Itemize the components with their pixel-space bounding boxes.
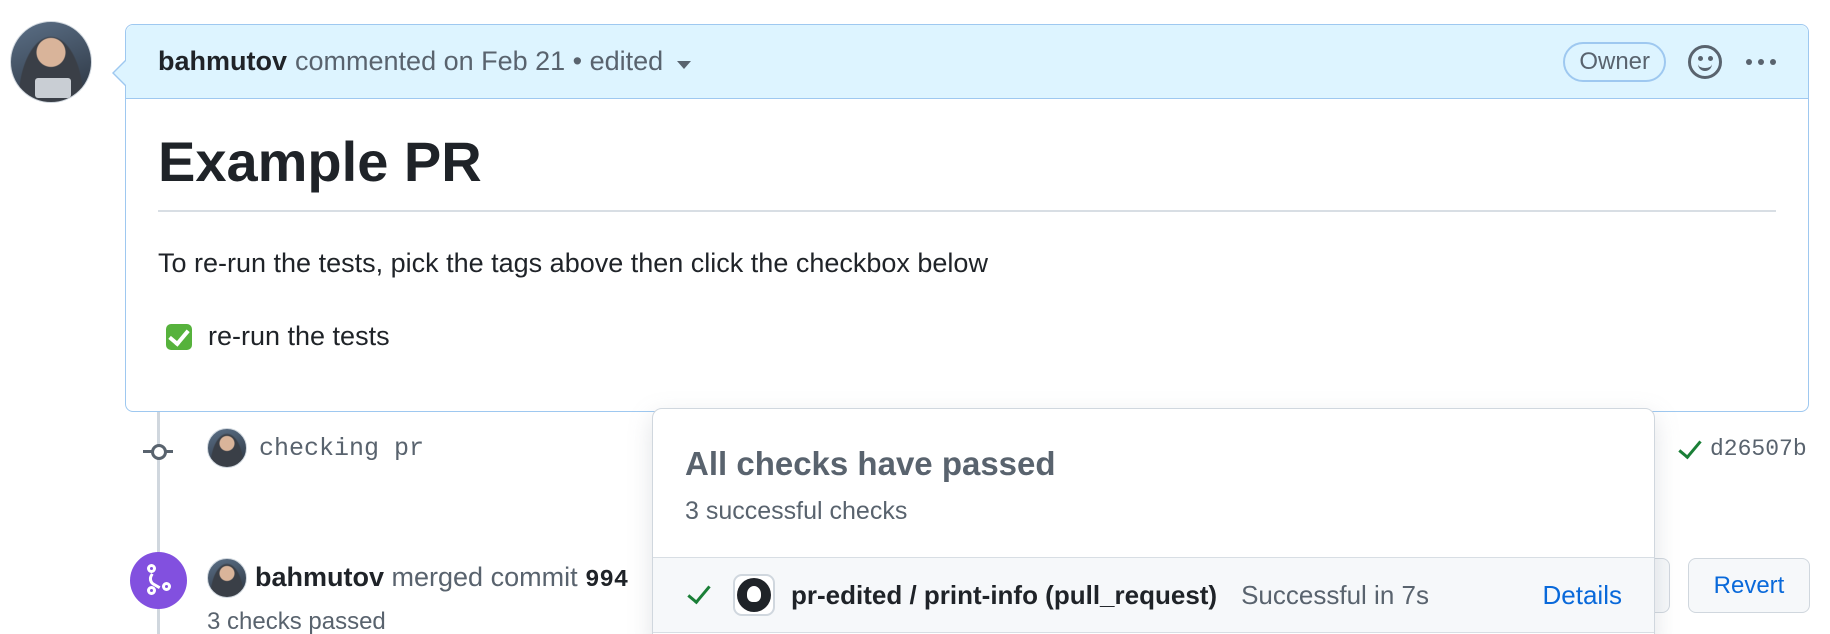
- smiley-icon[interactable]: [1688, 44, 1722, 79]
- checks-popover: All checks have passed 3 successful chec…: [652, 408, 1655, 634]
- pr-description: To re-run the tests, pick the tags above…: [158, 248, 988, 278]
- merge-author-link[interactable]: bahmutov: [255, 562, 384, 592]
- check-name: pr-edited / print-info (pull_request): [791, 579, 1218, 610]
- comment-meta[interactable]: commented on Feb 21 • edited: [295, 46, 663, 77]
- details-link[interactable]: Details: [1543, 580, 1622, 611]
- comment-header: bahmutov commented on Feb 21 • edited Ow…: [126, 25, 1808, 99]
- comment-author-link[interactable]: bahmutov: [158, 46, 287, 77]
- merge-event-line: bahmutov merged commit 994: [255, 562, 628, 594]
- github-logo-icon: [733, 574, 775, 616]
- revert-button[interactable]: Revert: [1688, 558, 1810, 613]
- check-icon: [687, 579, 711, 605]
- owner-badge: Owner: [1563, 41, 1666, 82]
- commit-message[interactable]: checking pr: [259, 434, 424, 463]
- check-icon[interactable]: [1678, 434, 1702, 460]
- popover-subtitle: 3 successful checks: [685, 497, 908, 525]
- chevron-down-icon[interactable]: [677, 60, 692, 69]
- check-run-row: pr-edited / print-info (pull_request) Su…: [653, 557, 1654, 633]
- commit-sha-link[interactable]: d26507b: [1710, 436, 1807, 462]
- comment-body: Example PR To re-run the tests, pick the…: [126, 99, 1808, 382]
- task-item: re-run the tests: [158, 321, 1776, 352]
- merge-icon: [130, 552, 187, 609]
- popover-title: All checks have passed: [685, 445, 1056, 482]
- merge-action: merged commit: [391, 562, 578, 592]
- commit-author-avatar[interactable]: [207, 428, 247, 468]
- commit-icon: [143, 439, 173, 463]
- task-label: re-run the tests: [208, 321, 390, 351]
- merge-sha-link[interactable]: 994: [585, 567, 628, 594]
- kebab-menu-icon[interactable]: [1746, 58, 1776, 65]
- checks-summary[interactable]: 3 checks passed: [207, 608, 386, 634]
- check-status: Successful in 7s: [1241, 579, 1429, 610]
- author-avatar[interactable]: [10, 21, 92, 103]
- comment-card: bahmutov commented on Feb 21 • edited Ow…: [112, 24, 1809, 412]
- pr-title: Example PR: [158, 129, 1776, 212]
- merge-author-avatar[interactable]: [207, 558, 247, 598]
- task-checkbox[interactable]: [166, 323, 192, 350]
